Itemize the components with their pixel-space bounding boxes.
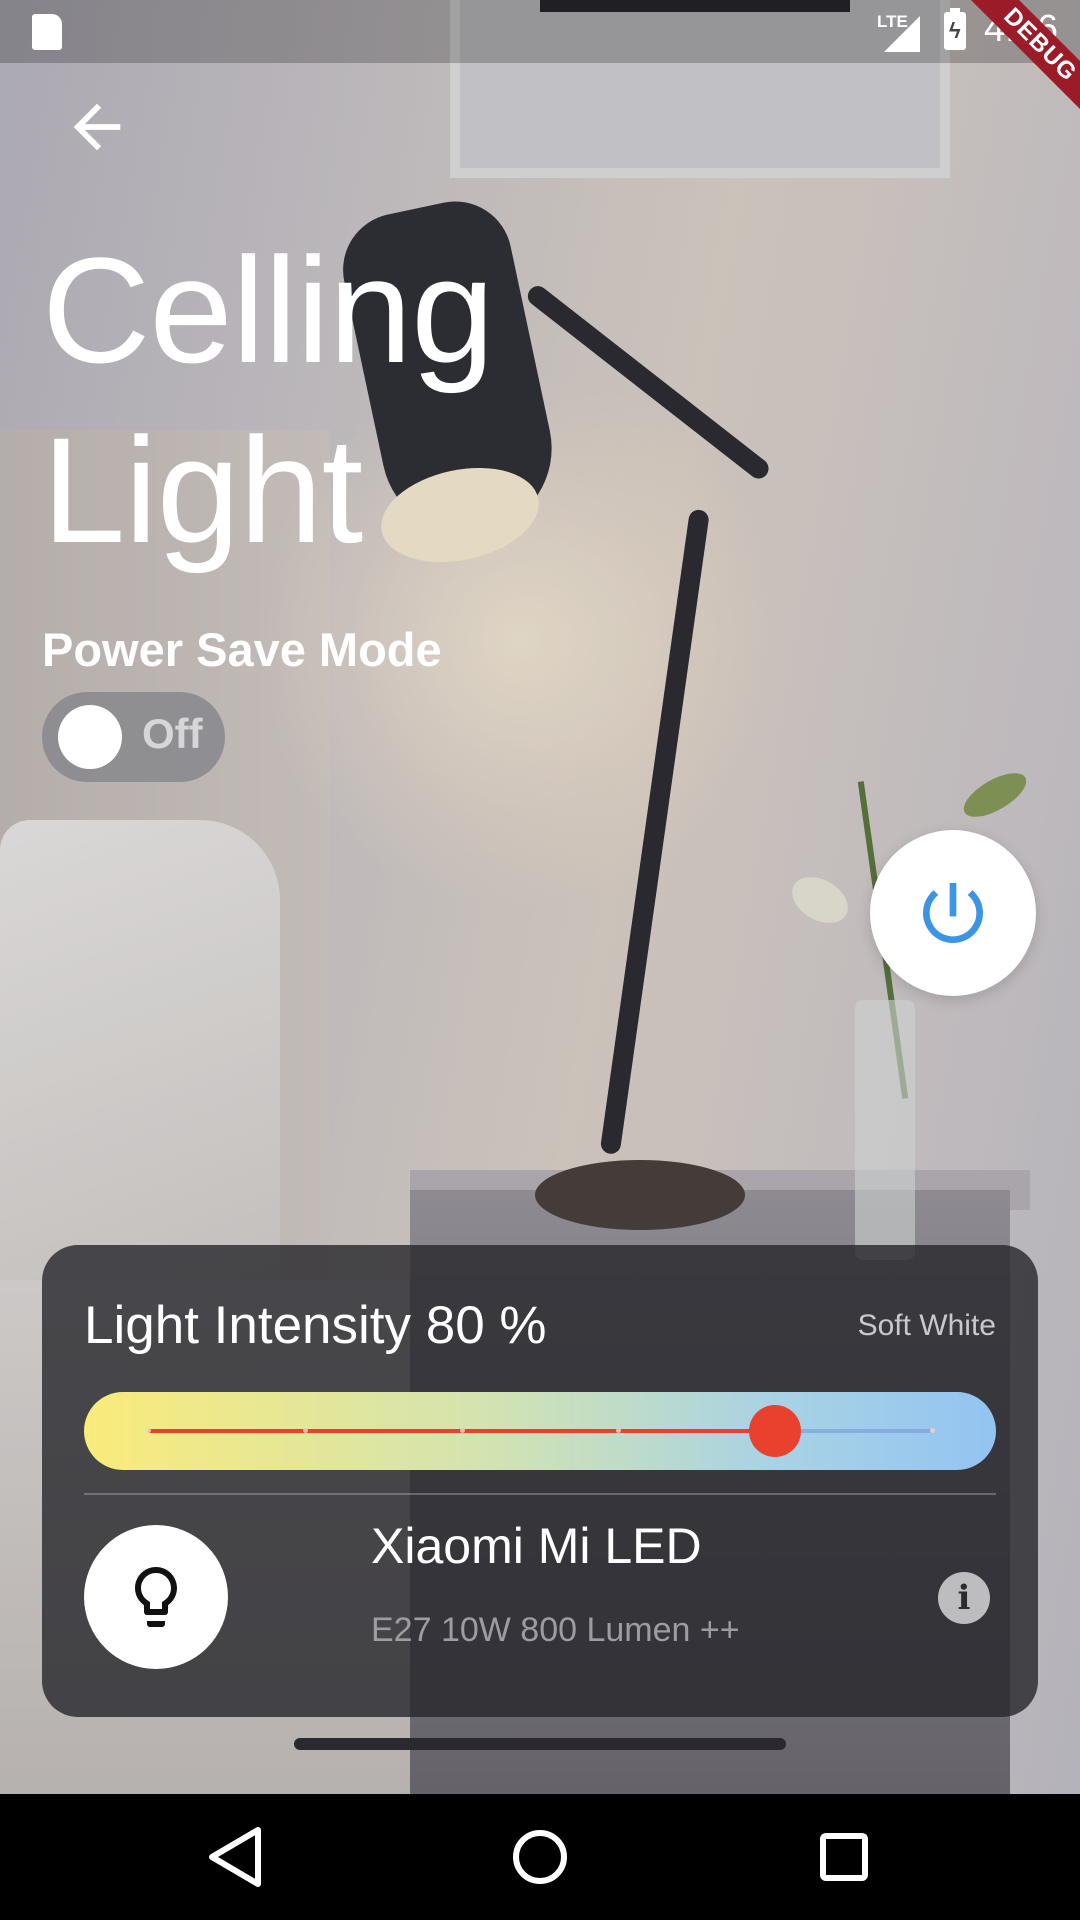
- battery-charging-icon: ϟ: [944, 8, 966, 50]
- nav-home-icon[interactable]: [505, 1824, 575, 1890]
- slider-tick: [302, 1428, 308, 1433]
- power-save-label: Power Save Mode: [42, 623, 442, 676]
- light-intensity-label: Light Intensity 80 %: [84, 1296, 547, 1355]
- intensity-slider[interactable]: [84, 1392, 996, 1470]
- device-name: Xiaomi Mi LED: [371, 1518, 702, 1574]
- nav-back-icon[interactable]: [200, 1824, 270, 1890]
- device-spec: E27 10W 800 Lumen ++: [371, 1611, 740, 1649]
- slider-tick: [930, 1428, 935, 1433]
- signal-icon: [884, 16, 920, 52]
- toggle-state-label: Off: [142, 710, 203, 757]
- device-avatar: [84, 1525, 228, 1669]
- nav-recents-icon[interactable]: [808, 1824, 878, 1890]
- sd-card-icon: [32, 14, 62, 50]
- slider-thumb[interactable]: [749, 1405, 802, 1457]
- navigation-bar: [0, 1794, 1080, 1920]
- power-button[interactable]: [870, 830, 1036, 996]
- arrow-back-icon: [73, 103, 121, 151]
- slider-tick: [146, 1428, 151, 1433]
- lightbulb-icon: [135, 1567, 177, 1627]
- page-title: Celling Light: [42, 226, 495, 574]
- light-tone-label: Soft White: [857, 1309, 996, 1342]
- light-control-card: Light Intensity 80 % Soft White Xiaomi M…: [42, 1245, 1038, 1717]
- power-icon: [923, 883, 983, 943]
- slider-tick: [459, 1428, 465, 1433]
- status-bar: LTE ϟ 4:46: [0, 0, 1080, 63]
- power-save-toggle[interactable]: Off: [42, 692, 225, 782]
- back-button[interactable]: [62, 92, 152, 172]
- home-indicator: [294, 1738, 786, 1750]
- divider: [84, 1493, 996, 1495]
- toggle-knob: [58, 705, 122, 769]
- info-icon[interactable]: i: [938, 1572, 990, 1624]
